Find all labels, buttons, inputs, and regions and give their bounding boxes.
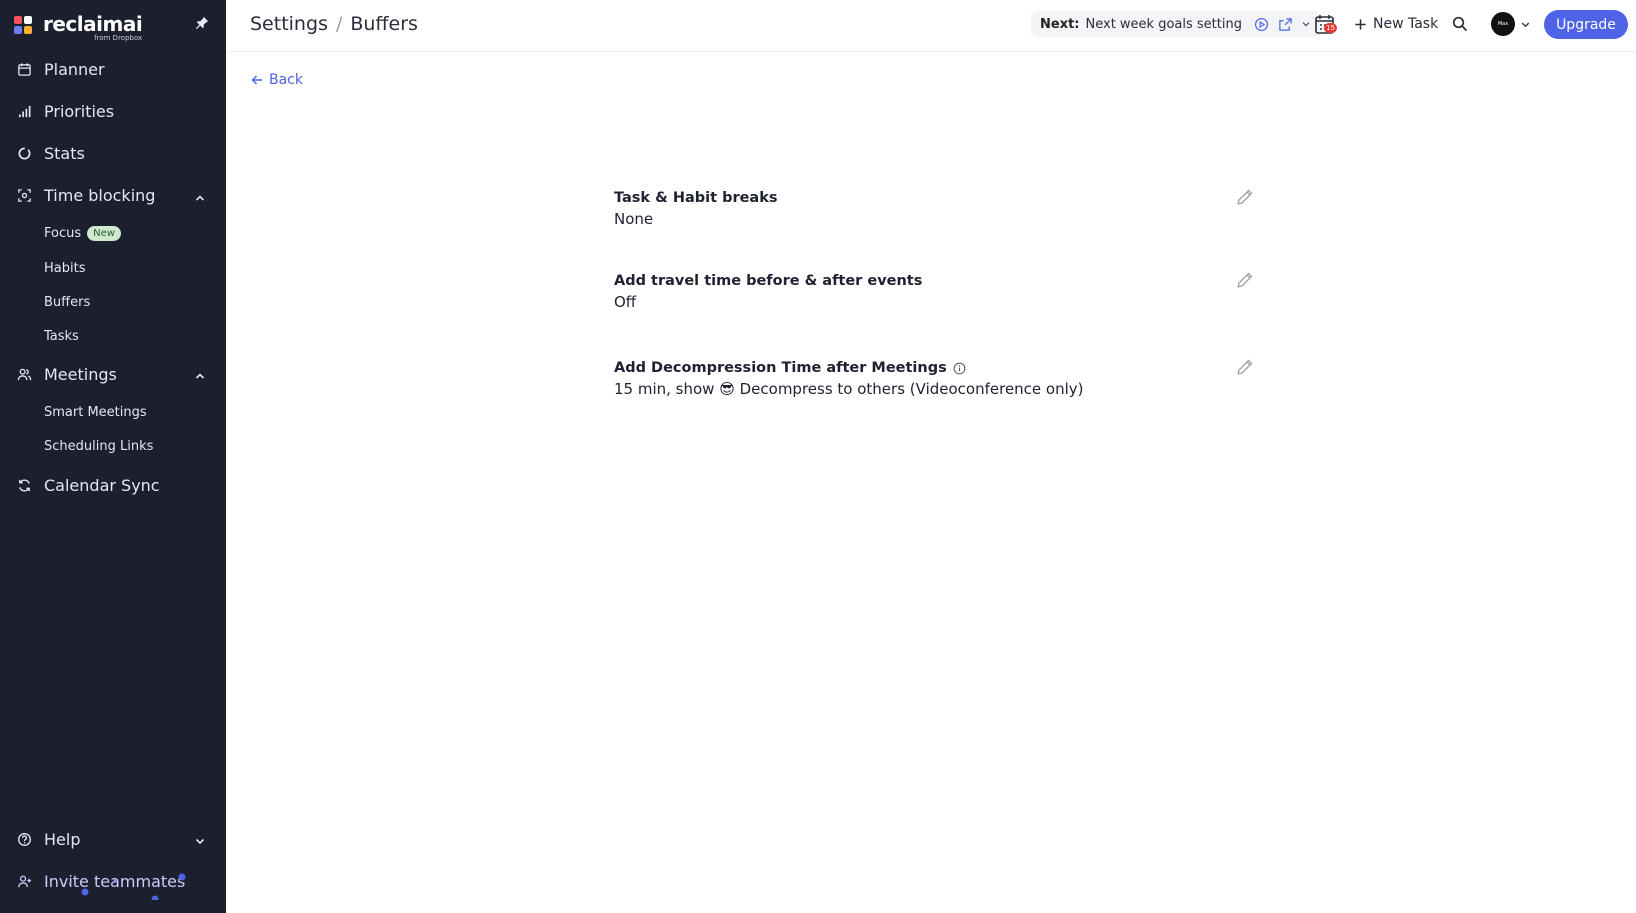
logo-sub: from Dropbox: [94, 34, 143, 42]
edit-pencil-icon[interactable]: [1236, 188, 1254, 206]
info-icon[interactable]: [953, 362, 966, 375]
avatar: Max: [1491, 12, 1515, 36]
back-label: Back: [269, 72, 303, 88]
sidebar-item-scheduling-links[interactable]: Scheduling Links: [44, 439, 153, 454]
new-badge: New: [87, 226, 121, 241]
sidebar-item-label: Help: [44, 830, 81, 849]
confetti-dots-icon: [68, 873, 186, 900]
calendar-icon: [16, 62, 32, 78]
sidebar-item-label: Tasks: [44, 329, 79, 344]
sidebar-item-priorities[interactable]: Priorities: [16, 102, 114, 121]
people-icon: [16, 367, 32, 383]
sidebar-item-label: Meetings: [44, 365, 117, 384]
sidebar-item-focus[interactable]: Focus New: [44, 226, 121, 241]
breadcrumb-separator: /: [335, 13, 343, 35]
help-icon: [16, 832, 32, 848]
plus-icon: [1355, 18, 1366, 30]
chevron-up-icon[interactable]: [194, 192, 206, 204]
setting-title: Add Decompression Time after Meetings: [614, 360, 947, 376]
sidebar-item-smart-meetings[interactable]: Smart Meetings: [44, 405, 147, 420]
chevron-down-icon[interactable]: [1301, 19, 1311, 29]
upgrade-button[interactable]: Upgrade: [1544, 10, 1628, 39]
next-event-pill[interactable]: Next: Next week goals setting: [1031, 11, 1320, 37]
setting-title-row: Add Decompression Time after Meetings: [614, 360, 1254, 376]
setting-task-habit-breaks: Task & Habit breaks None: [614, 188, 1254, 228]
play-circle-icon[interactable]: [1254, 17, 1269, 32]
stats-ring-icon: [16, 146, 32, 162]
setting-value: 15 min, show 😎 Decompress to others (Vid…: [614, 380, 1084, 398]
sidebar-item-label: Calendar Sync: [44, 476, 160, 495]
logo[interactable]: reclaimai from Dropbox: [14, 12, 143, 42]
breadcrumb-settings[interactable]: Settings: [250, 13, 328, 35]
sidebar-item-label: Time blocking: [44, 186, 156, 205]
chevron-up-icon[interactable]: [194, 370, 206, 382]
sidebar-item-label: Focus: [44, 226, 82, 241]
search-button[interactable]: [1452, 0, 1468, 48]
bar-chart-icon: [16, 104, 32, 120]
setting-value: Off: [614, 293, 637, 311]
top-bar: Settings / Buffers Next: Next week goals…: [226, 0, 1636, 52]
sidebar-item-buffers[interactable]: Buffers: [44, 295, 90, 310]
next-label: Next:: [1040, 16, 1080, 32]
sidebar-item-calendar-sync[interactable]: Calendar Sync: [16, 476, 160, 495]
setting-title: Task & Habit breaks: [614, 190, 778, 206]
sidebar-item-label: Scheduling Links: [44, 439, 154, 454]
calendar-list-button[interactable]: 15: [1314, 0, 1337, 48]
edit-pencil-icon[interactable]: [1236, 358, 1254, 376]
pin-icon[interactable]: [195, 16, 209, 30]
breadcrumb: Settings / Buffers: [250, 13, 418, 35]
sidebar-item-label: Planner: [44, 60, 105, 79]
setting-title: Add travel time before & after events: [614, 273, 923, 289]
search-icon: [1452, 16, 1468, 32]
sidebar-item-stats[interactable]: Stats: [16, 144, 85, 163]
sidebar-item-habits[interactable]: Habits: [44, 261, 85, 276]
new-task-button[interactable]: New Task: [1354, 0, 1438, 48]
edit-pencil-icon[interactable]: [1236, 271, 1254, 289]
back-link[interactable]: Back: [251, 72, 303, 88]
sidebar-item-planner[interactable]: Planner: [16, 60, 105, 79]
sync-icon: [16, 478, 32, 494]
arrow-left-icon: [251, 75, 262, 85]
sidebar-item-label: Smart Meetings: [44, 405, 147, 420]
add-user-icon: [16, 874, 32, 890]
breadcrumb-current: Buffers: [350, 13, 418, 35]
sidebar-item-meetings[interactable]: Meetings: [16, 365, 117, 384]
next-event-title: Next week goals setting: [1085, 16, 1242, 32]
focus-target-icon: [16, 188, 32, 204]
setting-value: None: [614, 210, 654, 228]
sidebar-item-tasks[interactable]: Tasks: [44, 329, 79, 344]
sidebar: reclaimai from Dropbox Planner Prioritie…: [0, 0, 226, 913]
setting-travel-time: Add travel time before & after events Of…: [614, 271, 1254, 311]
sidebar-item-time-blocking[interactable]: Time blocking: [16, 186, 155, 205]
setting-decompression-time: Add Decompression Time after Meetings 15…: [614, 358, 1254, 398]
account-menu[interactable]: Max: [1491, 0, 1531, 48]
open-external-icon[interactable]: [1278, 17, 1293, 32]
logo-mark-icon: [14, 16, 32, 34]
sidebar-item-label: Habits: [44, 261, 86, 276]
chevron-down-icon[interactable]: [194, 835, 206, 847]
chevron-down-icon: [1521, 22, 1530, 27]
logo-name: reclaimai: [43, 12, 143, 36]
sidebar-item-label: Priorities: [44, 102, 115, 121]
sidebar-item-help[interactable]: Help: [16, 830, 80, 849]
sidebar-item-label: Buffers: [44, 295, 91, 310]
calendar-count-badge: 15: [1324, 23, 1337, 33]
sidebar-item-label: Stats: [44, 144, 85, 163]
new-task-label: New Task: [1373, 16, 1439, 32]
